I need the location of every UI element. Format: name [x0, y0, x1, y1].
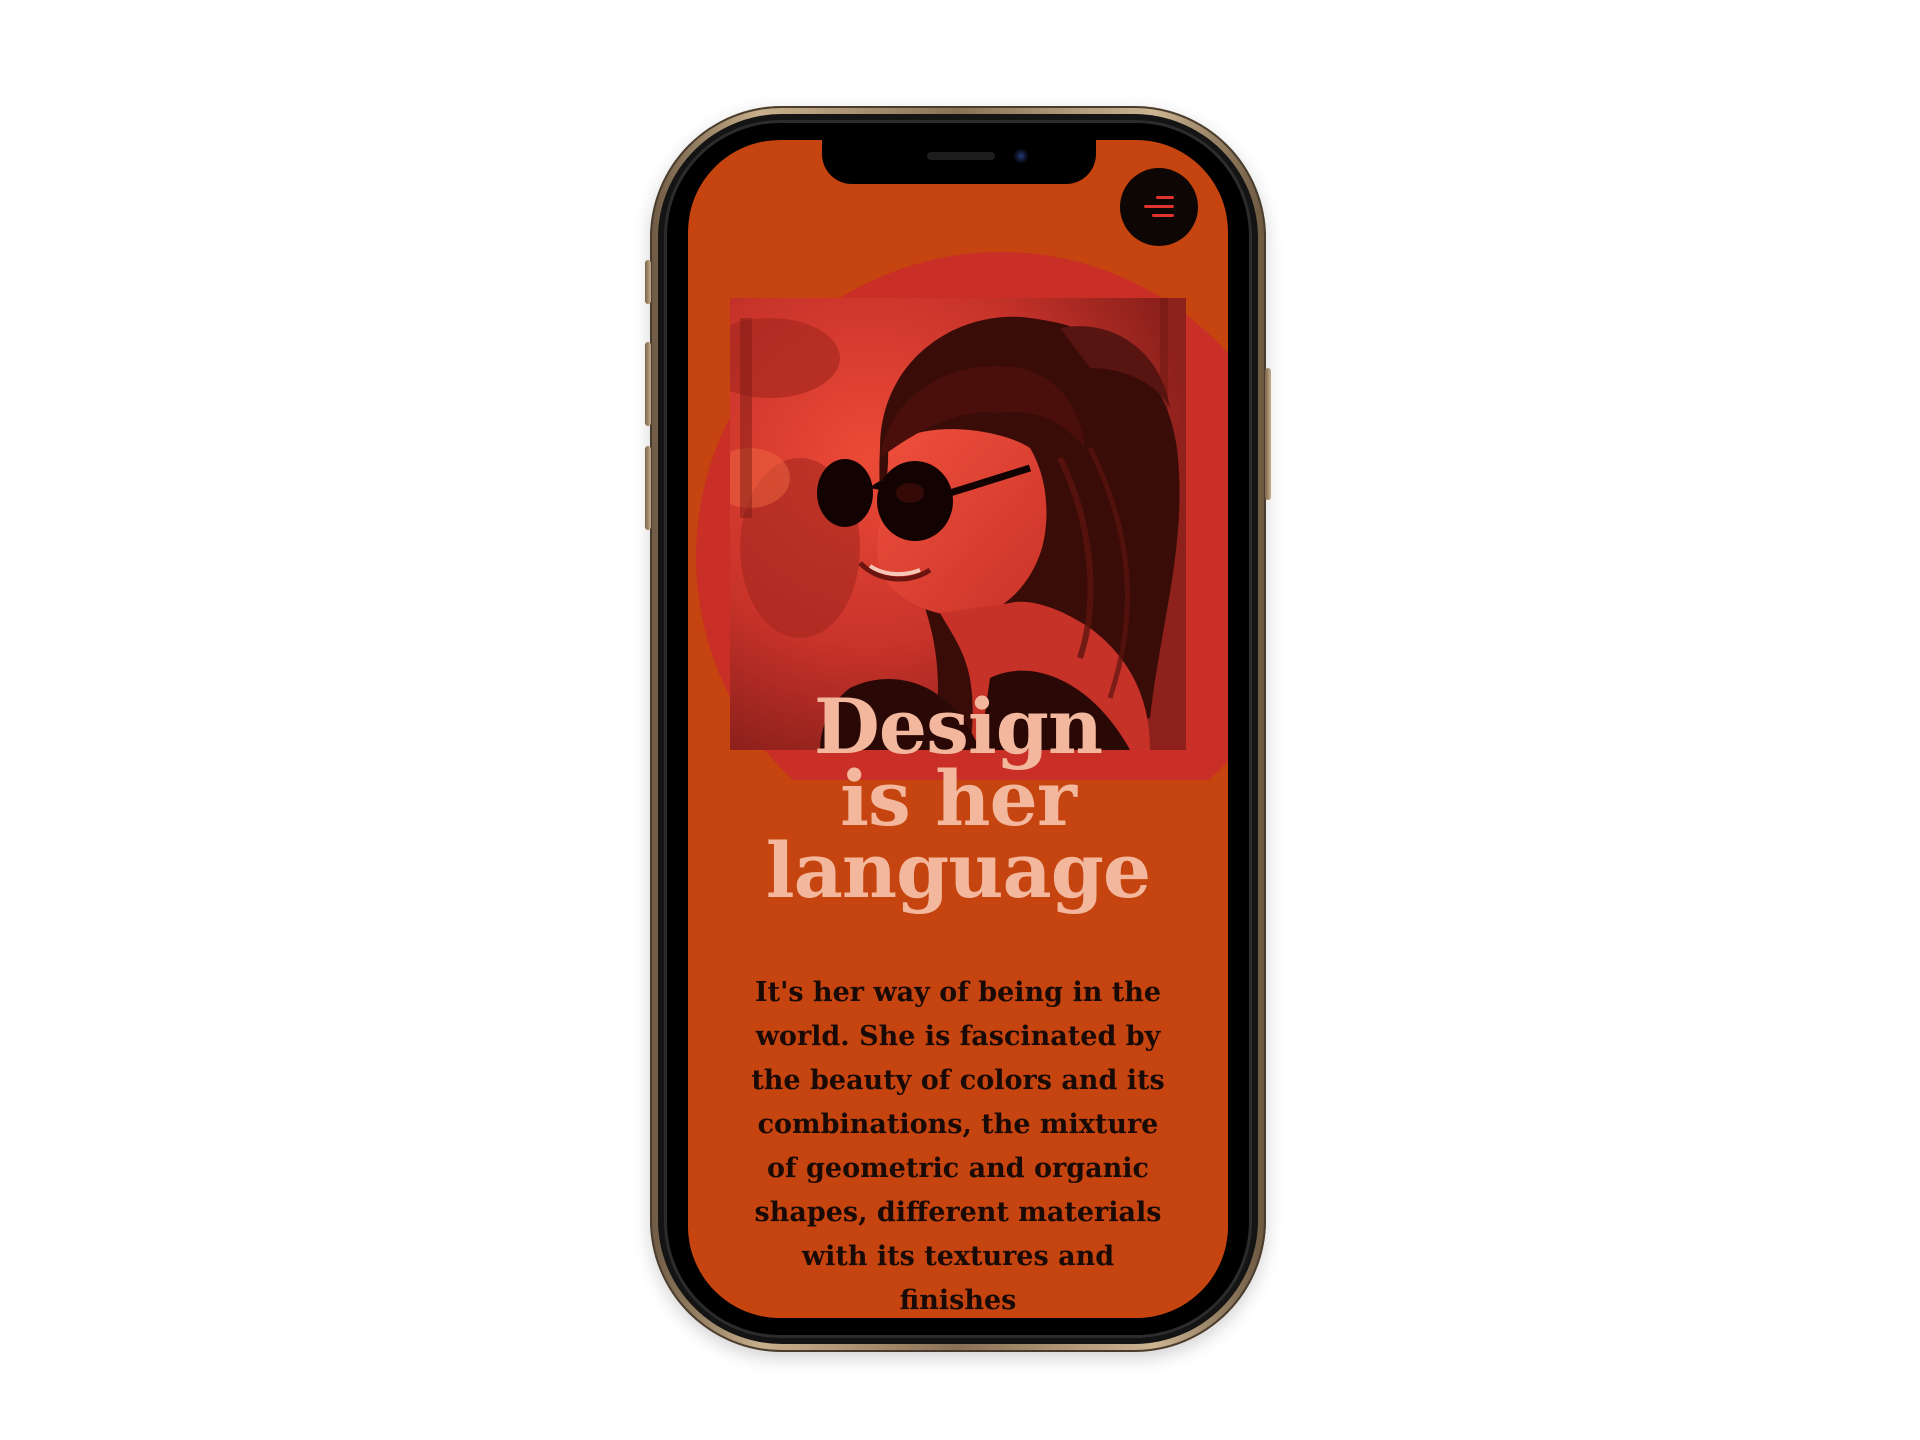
menu-button[interactable] — [1120, 168, 1198, 246]
phone-frame: Design is her language It's her way of b… — [645, 106, 1271, 1352]
volume-down-button — [645, 446, 651, 530]
headline-line-2: is her — [840, 753, 1077, 843]
menu-line — [1152, 214, 1174, 217]
volume-up-button — [645, 342, 651, 426]
menu-line — [1156, 196, 1174, 199]
phone-notch — [822, 140, 1096, 184]
intro-paragraph: It's her way of being in the world. She … — [751, 977, 1165, 1316]
phone-screen: Design is her language It's her way of b… — [688, 140, 1228, 1318]
front-camera-icon — [1014, 149, 1028, 163]
speaker-grille — [927, 152, 995, 160]
menu-line — [1144, 205, 1174, 208]
power-button — [1265, 368, 1271, 500]
headline-line-3: language — [765, 825, 1152, 915]
hamburger-menu-icon — [1144, 196, 1174, 218]
hero-headline: Design is her language — [688, 681, 1228, 915]
silent-switch — [645, 260, 651, 304]
headline-line-1: Design — [813, 681, 1103, 771]
